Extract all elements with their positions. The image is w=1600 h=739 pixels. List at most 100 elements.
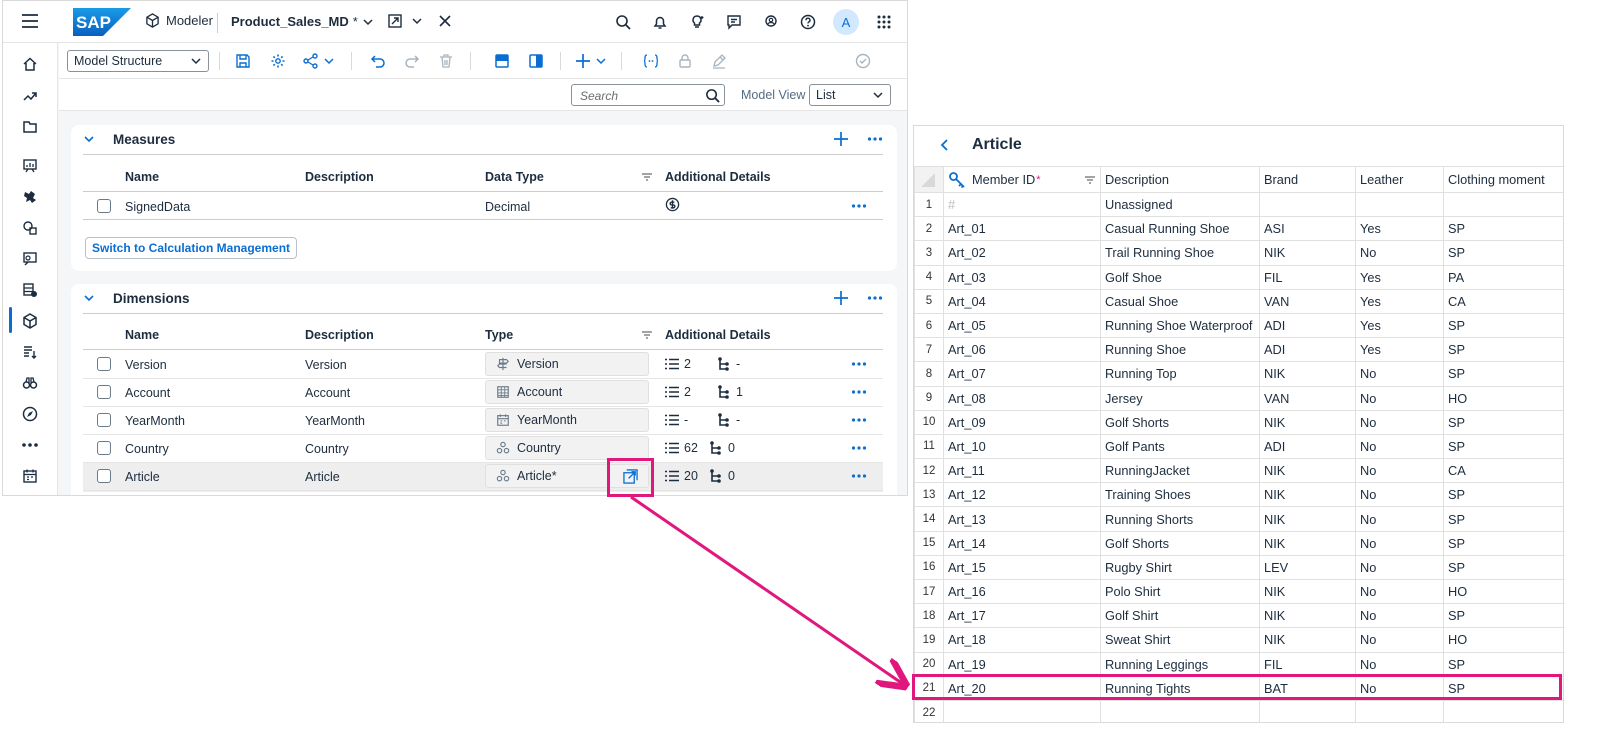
- leather-cell[interactable]: No: [1355, 385, 1444, 411]
- description-cell[interactable]: Golf Shoe: [1100, 264, 1260, 290]
- leather-cell[interactable]: No: [1355, 482, 1444, 508]
- brand-cell[interactable]: VAN: [1259, 288, 1356, 314]
- brand-cell[interactable]: [1259, 699, 1356, 722]
- dimension-type-field[interactable]: Account: [485, 380, 649, 404]
- member-id-cell[interactable]: Art_07: [943, 361, 1101, 387]
- share-icon[interactable]: [303, 52, 337, 70]
- member-id-cell[interactable]: Art_02: [943, 240, 1101, 266]
- edit-icon[interactable]: [709, 52, 729, 70]
- description-cell[interactable]: Jersey: [1100, 385, 1260, 411]
- clothing-moment-cell[interactable]: SP: [1443, 530, 1563, 556]
- settings-icon[interactable]: [268, 52, 288, 70]
- brand-cell[interactable]: NIK: [1259, 578, 1356, 605]
- row-more-icon[interactable]: [851, 198, 867, 214]
- clothing-moment-cell[interactable]: HO: [1443, 627, 1563, 653]
- leather-cell[interactable]: No: [1355, 433, 1444, 460]
- brand-cell[interactable]: ADI: [1259, 312, 1356, 339]
- sort-icon[interactable]: [1084, 175, 1096, 185]
- brand-cell[interactable]: NIK: [1259, 603, 1356, 629]
- search-input[interactable]: Search: [571, 84, 725, 106]
- description-cell[interactable]: Golf Shirt: [1100, 603, 1260, 629]
- member-id-cell[interactable]: Art_19: [943, 651, 1101, 677]
- model-view-select[interactable]: List: [809, 84, 891, 106]
- brand-cell[interactable]: NIK: [1259, 627, 1356, 653]
- row-more-icon[interactable]: [851, 356, 867, 372]
- table-row[interactable]: 9 Art_08 Jersey VAN No HO: [914, 385, 1563, 411]
- member-id-cell[interactable]: Art_03: [943, 264, 1101, 290]
- clothing-moment-cell[interactable]: HO: [1443, 578, 1563, 605]
- leather-cell[interactable]: No: [1355, 651, 1444, 677]
- collapse-chevron-icon[interactable]: [83, 134, 95, 144]
- member-id-cell[interactable]: Art_15: [943, 554, 1101, 581]
- member-id-cell[interactable]: Art_06: [943, 337, 1101, 363]
- description-cell[interactable]: Trail Running Shoe: [1100, 240, 1260, 266]
- close-icon[interactable]: [439, 15, 451, 27]
- brand-cell[interactable]: NIK: [1259, 409, 1356, 435]
- analytic-app-icon[interactable]: [19, 186, 41, 208]
- brand-cell[interactable]: NIK: [1259, 361, 1356, 387]
- clothing-moment-cell[interactable]: CA: [1443, 458, 1563, 484]
- row-more-icon[interactable]: [851, 440, 867, 456]
- layout-top-icon[interactable]: [492, 52, 512, 70]
- col-header-brand[interactable]: Brand: [1259, 166, 1356, 193]
- member-id-cell[interactable]: Art_14: [943, 530, 1101, 556]
- member-id-cell[interactable]: Art_16: [943, 578, 1101, 605]
- clothing-moment-cell[interactable]: [1443, 699, 1563, 722]
- clothing-moment-cell[interactable]: SP: [1443, 506, 1563, 532]
- member-id-cell[interactable]: Art_08: [943, 385, 1101, 411]
- notifications-icon[interactable]: [648, 9, 672, 35]
- clothing-moment-cell[interactable]: SP: [1443, 240, 1563, 266]
- member-id-cell[interactable]: Art_01: [943, 216, 1101, 242]
- app-name[interactable]: Modeler: [145, 13, 213, 28]
- clothing-moment-cell[interactable]: SP: [1443, 337, 1563, 363]
- table-row[interactable]: 22: [914, 699, 1563, 722]
- brand-cell[interactable]: ADI: [1259, 433, 1356, 460]
- view-select[interactable]: Model Structure: [67, 50, 209, 72]
- member-id-cell[interactable]: Art_09: [943, 409, 1101, 435]
- table-row[interactable]: 8 Art_07 Running Top NIK No SP: [914, 361, 1563, 387]
- stories-icon[interactable]: [19, 155, 41, 177]
- clothing-moment-cell[interactable]: SP: [1443, 312, 1563, 339]
- open-in-new-icon[interactable]: [387, 13, 423, 29]
- table-row[interactable]: 12 Art_11 RunningJacket NIK No CA: [914, 458, 1563, 484]
- table-row[interactable]: 4 Art_03 Golf Shoe FIL Yes PA: [914, 264, 1563, 290]
- clothing-moment-cell[interactable]: SP: [1443, 554, 1563, 581]
- member-id-cell[interactable]: Art_05: [943, 312, 1101, 339]
- brand-cell[interactable]: NIK: [1259, 506, 1356, 532]
- col-header-leather[interactable]: Leather: [1355, 166, 1444, 193]
- formula-icon[interactable]: [641, 52, 661, 70]
- leather-cell[interactable]: Yes: [1355, 312, 1444, 339]
- layout-side-icon[interactable]: [526, 52, 546, 70]
- dimension-type-field[interactable]: Version: [485, 352, 649, 376]
- data-analyzer-icon[interactable]: [19, 217, 41, 239]
- description-cell[interactable]: Unassigned: [1100, 191, 1260, 218]
- row-more-icon[interactable]: [851, 384, 867, 400]
- brand-cell[interactable]: NIK: [1259, 530, 1356, 556]
- datasets-icon[interactable]: [19, 279, 41, 301]
- description-cell[interactable]: Running Shorts: [1100, 506, 1260, 532]
- description-cell[interactable]: Rugby Shirt: [1100, 554, 1260, 581]
- sort-icon[interactable]: [641, 330, 653, 340]
- member-id-cell[interactable]: Art_13: [943, 506, 1101, 532]
- search-icon[interactable]: [705, 88, 720, 103]
- description-cell[interactable]: Golf Shorts: [1100, 409, 1260, 435]
- col-header-member-id[interactable]: Member ID *: [943, 166, 1101, 193]
- row-checkbox[interactable]: [97, 413, 111, 427]
- row-checkbox[interactable]: [97, 385, 111, 399]
- lightbulb-icon[interactable]: [685, 9, 709, 35]
- leather-cell[interactable]: No: [1355, 240, 1444, 266]
- check-circle-icon[interactable]: [853, 52, 873, 70]
- table-row[interactable]: 3 Art_02 Trail Running Shoe NIK No SP: [914, 240, 1563, 266]
- sort-icon[interactable]: [641, 172, 653, 182]
- product-switch-icon[interactable]: [872, 9, 896, 35]
- collaboration-icon[interactable]: [759, 9, 783, 35]
- table-row[interactable]: 18 Art_17 Golf Shirt NIK No SP: [914, 603, 1563, 629]
- member-id-cell[interactable]: Art_18: [943, 627, 1101, 653]
- home-icon[interactable]: [19, 53, 41, 75]
- brand-cell[interactable]: LEV: [1259, 554, 1356, 581]
- row-checkbox[interactable]: [97, 199, 111, 213]
- table-row[interactable]: 7 Art_06 Running Shoe ADI Yes SP: [914, 337, 1563, 363]
- leather-cell[interactable]: Yes: [1355, 337, 1444, 363]
- description-cell[interactable]: Running Top: [1100, 361, 1260, 387]
- leather-cell[interactable]: Yes: [1355, 216, 1444, 242]
